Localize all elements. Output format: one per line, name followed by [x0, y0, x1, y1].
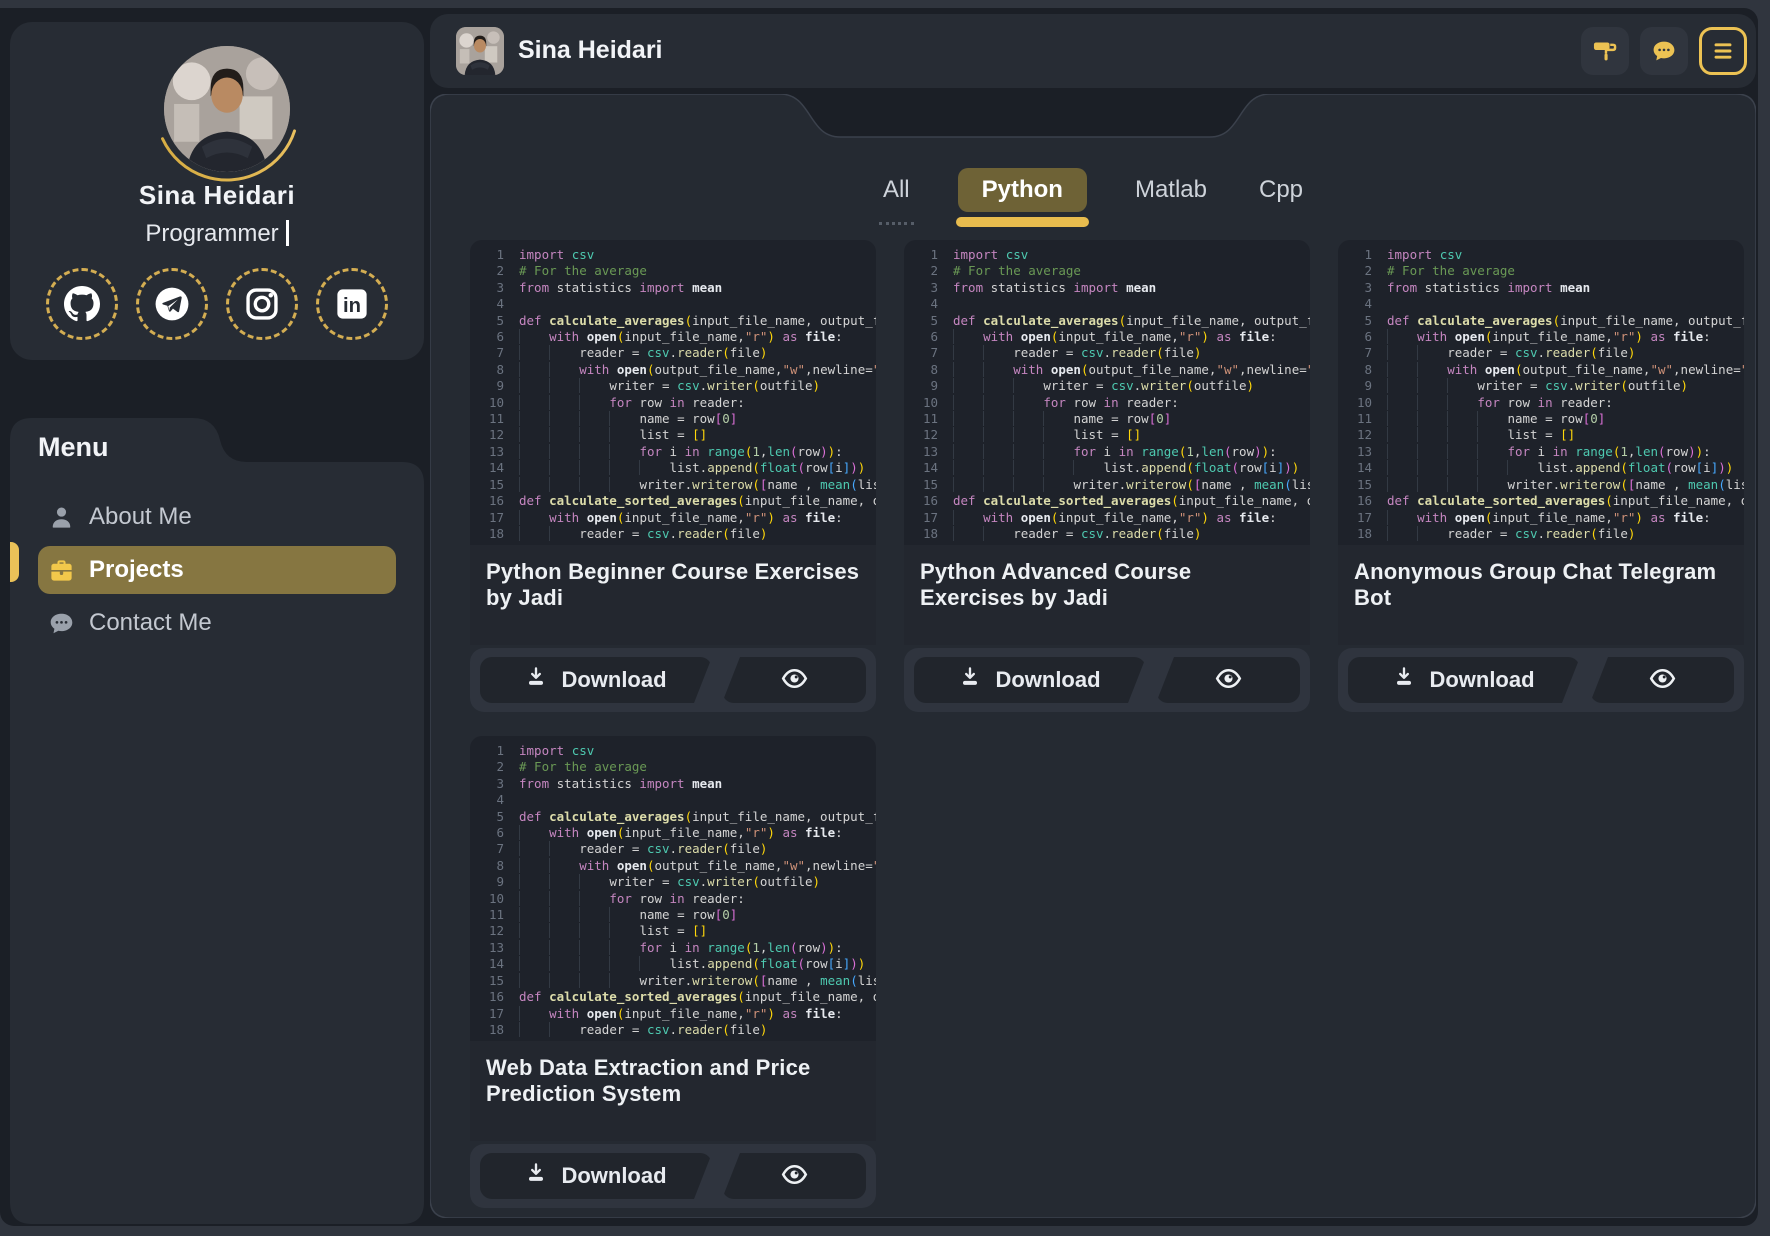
profile-name: Sina Heidari	[10, 180, 424, 211]
preview-button[interactable]	[1590, 657, 1734, 703]
project-cards: 1import csv2# For the average3from stati…	[470, 240, 1744, 1208]
sidebar-item-about-me[interactable]: About Me	[38, 493, 396, 541]
project-card: 1import csv2# For the average3from stati…	[1338, 240, 1744, 712]
download-label: Download	[995, 667, 1100, 693]
menu-list: About Me Projects Contact Me	[10, 488, 424, 652]
card-footer: Download	[904, 648, 1310, 712]
sidebar-item-label: Projects	[89, 556, 184, 584]
preview-button[interactable]	[722, 1153, 866, 1199]
project-card: 1import csv2# For the average3from stati…	[904, 240, 1310, 712]
card-title-block: Python Advanced Course Exercises by Jadi	[904, 545, 1310, 645]
filter-tabs: All Python Matlab Cpp	[430, 162, 1756, 218]
card-title-block: Python Beginner Course Exercises by Jadi	[470, 545, 876, 645]
eye-icon	[1215, 665, 1242, 695]
social-button-telegram[interactable]	[136, 268, 208, 340]
linkedin-icon: in	[334, 286, 370, 322]
download-label: Download	[561, 1163, 666, 1189]
card-title-block: Web Data Extraction and Price Prediction…	[470, 1041, 876, 1141]
card-title: Anonymous Group Chat Telegram Bot	[1354, 559, 1728, 611]
project-card: 1import csv2# For the average3from stati…	[470, 240, 876, 712]
social-button-linkedin[interactable]: in	[316, 268, 388, 340]
header-actions	[1581, 27, 1747, 75]
profile-panel: Sina Heidari Programmer in	[10, 22, 424, 360]
user-icon	[48, 504, 75, 531]
card-title-block: Anonymous Group Chat Telegram Bot	[1338, 545, 1744, 645]
telegram-icon	[154, 286, 190, 322]
chat-dots-icon	[1651, 38, 1677, 64]
download-button[interactable]: Download	[914, 657, 1146, 703]
social-links: in	[10, 268, 424, 344]
code-preview: 1import csv2# For the average3from stati…	[470, 240, 876, 545]
card-footer: Download	[1338, 648, 1744, 712]
portfolio-page: { "accent": "#eac158", "sidebar": { "nam…	[0, 0, 1770, 1236]
hamburger-icon	[1710, 38, 1736, 64]
header-bar: Sina Heidari	[430, 14, 1756, 88]
download-icon	[525, 1162, 547, 1190]
tab-cpp[interactable]: Cpp	[1255, 168, 1307, 212]
paint-roller-icon	[1592, 38, 1618, 64]
tab-all[interactable]: All	[879, 168, 914, 212]
card-title: Python Advanced Course Exercises by Jadi	[920, 559, 1294, 611]
github-icon	[64, 286, 100, 322]
code-preview: 1import csv2# For the average3from stati…	[470, 736, 876, 1041]
menu-panel: Menu About Me Projects Contact Me	[10, 418, 424, 1224]
chat-dots-button[interactable]	[1640, 27, 1688, 75]
download-label: Download	[561, 667, 666, 693]
download-button[interactable]: Download	[1348, 657, 1580, 703]
download-button[interactable]: Download	[480, 657, 712, 703]
hamburger-button[interactable]	[1699, 27, 1747, 75]
app-window: Sina Heidari Programmer in Menu About Me…	[0, 8, 1758, 1226]
menu-title: Menu	[38, 432, 109, 463]
header-avatar	[456, 27, 504, 75]
preview-button[interactable]	[722, 657, 866, 703]
social-button-github[interactable]	[46, 268, 118, 340]
sidebar-item-contact-me[interactable]: Contact Me	[38, 599, 396, 647]
sidebar-item-projects[interactable]: Projects	[38, 546, 396, 594]
download-button[interactable]: Download	[480, 1153, 712, 1199]
eye-icon	[1649, 665, 1676, 695]
social-button-instagram[interactable]	[226, 268, 298, 340]
project-card: 1import csv2# For the average3from stati…	[470, 736, 876, 1208]
tab-matlab[interactable]: Matlab	[1131, 168, 1211, 212]
eye-icon	[781, 665, 808, 695]
paint-roller-button[interactable]	[1581, 27, 1629, 75]
typing-caret	[286, 220, 289, 246]
code-preview: 1import csv2# For the average3from stati…	[904, 240, 1310, 545]
eye-icon	[781, 1161, 808, 1191]
code-preview: 1import csv2# For the average3from stati…	[1338, 240, 1744, 545]
sidebar-item-label: About Me	[89, 503, 192, 531]
projects-panel: All Python Matlab Cpp 1import csv2# For the…	[430, 94, 1756, 1218]
sidebar-item-label: Contact Me	[89, 609, 212, 637]
download-icon	[1393, 666, 1415, 694]
header-name: Sina Heidari	[518, 36, 663, 65]
instagram-icon	[244, 286, 280, 322]
profile-role: Programmer	[10, 220, 424, 248]
briefcase-icon	[48, 557, 75, 584]
download-icon	[959, 666, 981, 694]
svg-text:in: in	[343, 295, 361, 317]
tab-python[interactable]: Python	[958, 168, 1087, 212]
chat-icon	[48, 610, 75, 637]
card-footer: Download	[470, 1144, 876, 1208]
download-label: Download	[1429, 667, 1534, 693]
download-icon	[525, 666, 547, 694]
card-footer: Download	[470, 648, 876, 712]
card-title: Web Data Extraction and Price Prediction…	[486, 1055, 860, 1107]
card-title: Python Beginner Course Exercises by Jadi	[486, 559, 860, 611]
preview-button[interactable]	[1156, 657, 1300, 703]
profile-photo	[164, 46, 290, 172]
